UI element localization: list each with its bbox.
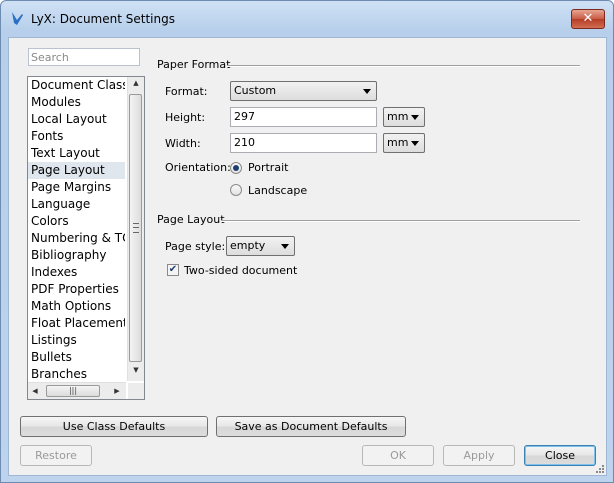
page-layout-heading: Page Layout bbox=[157, 213, 225, 226]
sidebar-item[interactable]: Indexes bbox=[28, 264, 125, 281]
sidebar-item[interactable]: Text Layout bbox=[28, 145, 125, 162]
sidebar-item[interactable]: Document Class bbox=[28, 77, 125, 94]
search-input[interactable]: Search bbox=[28, 48, 140, 66]
height-unit-select[interactable]: mm bbox=[383, 107, 425, 127]
landscape-radio[interactable] bbox=[230, 184, 242, 196]
chevron-down-icon bbox=[411, 141, 419, 146]
dialog-body: Search Document Class Modules Local Layout… bbox=[8, 37, 607, 476]
lyx-app-icon bbox=[12, 12, 23, 25]
portrait-label[interactable]: Portrait bbox=[248, 161, 288, 174]
height-unit-value: mm bbox=[387, 110, 409, 123]
close-window-icon[interactable]: ✕ bbox=[571, 9, 605, 29]
scroll-down-icon[interactable]: ▼ bbox=[128, 366, 144, 374]
height-input[interactable]: 297 bbox=[230, 107, 377, 127]
sidebar-item[interactable]: Page Layout bbox=[28, 162, 125, 179]
scroll-right-icon[interactable]: ▶ bbox=[110, 387, 124, 395]
save-as-document-defaults-button[interactable]: Save as Document Defaults bbox=[216, 416, 406, 437]
format-select[interactable]: Custom bbox=[230, 81, 377, 101]
resize-grip-icon[interactable] bbox=[594, 463, 604, 473]
vertical-scrollbar[interactable]: ▲ ▼ bbox=[127, 77, 144, 381]
divider bbox=[227, 65, 580, 67]
settings-category-list[interactable]: Document Class Modules Local Layout Fonts Te… bbox=[27, 76, 145, 400]
use-class-defaults-button[interactable]: Use Class Defaults bbox=[20, 416, 208, 437]
format-label: Format: bbox=[165, 85, 208, 98]
sidebar-item[interactable]: Float Placement bbox=[28, 315, 125, 332]
window-title: LyX: Document Settings bbox=[31, 12, 175, 26]
scroll-up-icon[interactable]: ▲ bbox=[128, 79, 144, 87]
divider bbox=[221, 220, 580, 222]
sidebar-item[interactable]: Page Margins bbox=[28, 179, 125, 196]
sidebar-item[interactable]: PDF Properties bbox=[28, 281, 125, 298]
scroll-left-icon[interactable]: ◀ bbox=[28, 387, 42, 395]
sidebar-item[interactable]: Math Options bbox=[28, 298, 125, 315]
width-unit-select[interactable]: mm bbox=[383, 133, 425, 153]
page-style-value: empty bbox=[230, 239, 266, 252]
portrait-radio[interactable] bbox=[230, 162, 242, 174]
horizontal-scrollbar[interactable]: ◀ ||| ▶ bbox=[28, 382, 126, 399]
sidebar-item[interactable]: Bibliography bbox=[28, 247, 125, 264]
sidebar-item[interactable]: Branches bbox=[28, 366, 125, 383]
page-style-label: Page style: bbox=[165, 240, 226, 253]
sidebar-item[interactable]: Fonts bbox=[28, 128, 125, 145]
sidebar-item[interactable]: Local Layout bbox=[28, 111, 125, 128]
apply-button[interactable]: Apply bbox=[443, 445, 515, 466]
width-input[interactable]: 210 bbox=[230, 133, 377, 153]
two-sided-checkbox[interactable]: ✔ bbox=[167, 264, 179, 276]
restore-button[interactable]: Restore bbox=[20, 445, 92, 466]
scroll-thumb[interactable] bbox=[129, 94, 142, 362]
sidebar-item[interactable]: Listings bbox=[28, 332, 125, 349]
grip-icon bbox=[133, 223, 139, 233]
width-unit-value: mm bbox=[387, 136, 409, 149]
chevron-down-icon bbox=[411, 115, 419, 120]
scroll-corner bbox=[128, 383, 144, 399]
format-value: Custom bbox=[234, 84, 277, 97]
landscape-label[interactable]: Landscape bbox=[248, 184, 307, 197]
height-label: Height: bbox=[165, 111, 206, 124]
dialog-window: LyX: Document Settings ✕ Search Document… bbox=[0, 0, 614, 483]
sidebar-item[interactable]: Colors bbox=[28, 213, 125, 230]
chevron-down-icon bbox=[363, 89, 371, 94]
width-label: Width: bbox=[165, 137, 201, 150]
page-style-select[interactable]: empty bbox=[226, 236, 295, 256]
paper-format-heading: Paper Format bbox=[157, 58, 231, 71]
sidebar-item[interactable]: Language bbox=[28, 196, 125, 213]
sidebar-item[interactable]: Bullets bbox=[28, 349, 125, 366]
hscroll-thumb[interactable]: ||| bbox=[46, 385, 100, 397]
sidebar-item[interactable]: Modules bbox=[28, 94, 125, 111]
sidebar-item[interactable]: Numbering & TOC bbox=[28, 230, 125, 247]
close-button[interactable]: Close bbox=[524, 445, 596, 466]
two-sided-label[interactable]: Two-sided document bbox=[184, 264, 297, 277]
chevron-down-icon bbox=[281, 244, 289, 249]
ok-button[interactable]: OK bbox=[362, 445, 434, 466]
title-bar[interactable]: LyX: Document Settings ✕ bbox=[1, 1, 613, 37]
orientation-label: Orientation: bbox=[165, 161, 231, 174]
